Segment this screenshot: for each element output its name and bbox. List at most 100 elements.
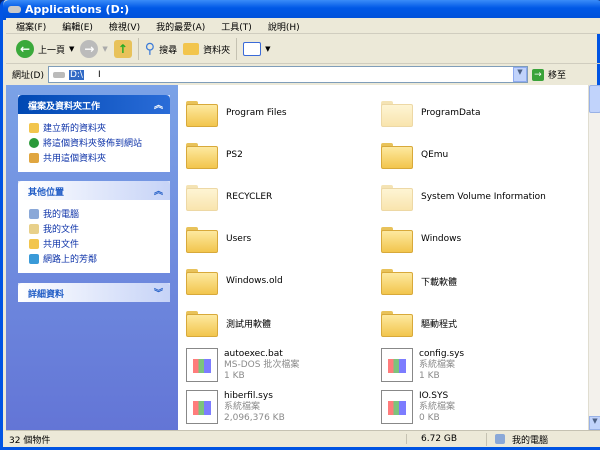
item-name: hiberfil.sys	[224, 390, 273, 401]
item-size: 2,096,376 KB	[224, 412, 285, 423]
other-places-panel: 其他位置 ︽ 我的電腦 我的文件 共用文件 網路上的芳鄰	[18, 181, 170, 273]
folder-item[interactable]: QEmu	[381, 135, 448, 175]
vertical-scrollbar[interactable]: ▼	[588, 85, 600, 430]
place-network[interactable]: 網路上的芳鄰	[29, 251, 169, 266]
folder-item[interactable]: ProgramData	[381, 93, 480, 133]
folder-icon	[381, 227, 413, 253]
file-tasks-header[interactable]: 檔案及資料夾工作 ︽	[18, 95, 170, 114]
folder-item[interactable]: 測試用軟體	[186, 303, 271, 343]
item-name: PS2	[226, 150, 243, 160]
place-my-documents[interactable]: 我的文件	[29, 221, 169, 236]
address-bar: 網址(D) D:\ I ▼ → 移至	[6, 64, 600, 85]
folder-item[interactable]: Users	[186, 219, 251, 259]
views-dropdown-icon: ▼	[265, 45, 271, 53]
batch-file-icon	[186, 348, 218, 382]
address-input[interactable]: D:\ I ▼	[47, 66, 528, 83]
folder-item[interactable]: Windows	[381, 219, 461, 259]
address-value: D:\	[68, 69, 84, 80]
item-name: Windows	[421, 234, 462, 244]
back-button[interactable]: ← 上一頁 ▼	[16, 40, 74, 58]
file-item[interactable]: IO.SYS 系統檔案 0 KB	[381, 387, 455, 427]
task-pane: 檔案及資料夾工作 ︽ 建立新的資料夾 將這個資料夾發佈到網站 共用這個資料夾 其他…	[6, 85, 178, 430]
expand-icon[interactable]: ︾	[154, 286, 163, 299]
folder-item[interactable]: PS2	[186, 135, 243, 175]
forward-dropdown-icon[interactable]: ▼	[102, 45, 107, 53]
other-places-header[interactable]: 其他位置 ︽	[18, 181, 170, 200]
menu-help[interactable]: 說明(H)	[260, 18, 308, 33]
folder-icon	[29, 238, 39, 249]
address-label: 網址(D)	[12, 71, 44, 81]
menu-favorites[interactable]: 我的最愛(A)	[148, 18, 213, 33]
file-item[interactable]: autoexec.bat MS-DOS 批次檔案 1 KB	[186, 345, 299, 385]
place-label: 我的文件	[43, 225, 80, 235]
task-new-folder[interactable]: 建立新的資料夾	[29, 120, 169, 135]
search-icon: ⚲	[144, 41, 156, 57]
back-label: 上一頁	[38, 45, 66, 56]
menu-view[interactable]: 檢視(V)	[101, 18, 148, 33]
file-list: Program Files ProgramData PS2 QEmu RECYCLER S…	[178, 85, 588, 430]
file-item[interactable]: config.sys 系統檔案 1 KB	[381, 345, 464, 385]
folder-item[interactable]: 驅動程式	[381, 303, 457, 343]
drive-icon	[52, 71, 65, 78]
status-location: 我的電腦	[512, 435, 549, 446]
separator	[137, 38, 139, 60]
menu-file[interactable]: 檔案(F)	[8, 18, 54, 33]
folders-label: 資料夾	[203, 45, 231, 56]
folders-button[interactable]: 資料夾	[183, 43, 230, 56]
forward-button[interactable]: → ▼	[80, 40, 108, 58]
item-name: QEmu	[421, 150, 449, 160]
place-label: 網路上的芳鄰	[43, 255, 98, 265]
documents-icon	[29, 223, 39, 234]
address-dropdown-icon[interactable]: ▼	[512, 67, 527, 82]
up-folder-icon[interactable]: ↑	[113, 40, 132, 58]
folder-item[interactable]: RECYCLER	[186, 177, 272, 217]
folder-icon	[381, 311, 413, 337]
go-button[interactable]: 移至	[548, 68, 566, 81]
search-label: 搜尋	[159, 45, 178, 56]
item-type: MS-DOS 批次檔案	[224, 359, 300, 370]
computer-icon	[29, 208, 39, 219]
item-type: 系統檔案	[224, 401, 261, 412]
folder-item[interactable]: 下載軟體	[381, 261, 457, 301]
menu-bar: 檔案(F) 編輯(E) 檢視(V) 我的最愛(A) 工具(T) 說明(H)	[6, 18, 600, 34]
item-size: 1 KB	[419, 370, 440, 381]
folder-item[interactable]: System Volume Information	[381, 177, 546, 217]
menu-tools[interactable]: 工具(T)	[213, 18, 260, 33]
views-button[interactable]: ▼	[243, 42, 270, 56]
folder-icon	[186, 185, 218, 211]
menu-edit[interactable]: 編輯(E)	[54, 18, 101, 33]
task-share-folder[interactable]: 共用這個資料夾	[29, 150, 169, 165]
task-label: 共用這個資料夾	[43, 154, 107, 164]
place-label: 共用文件	[43, 240, 80, 250]
collapse-icon[interactable]: ︽	[154, 98, 163, 111]
collapse-icon[interactable]: ︽	[154, 184, 163, 197]
folder-item[interactable]: Program Files	[186, 93, 287, 133]
computer-icon	[495, 434, 505, 444]
task-label: 將這個資料夾發佈到網站	[43, 139, 143, 149]
file-item[interactable]: hiberfil.sys 系統檔案 2,096,376 KB	[186, 387, 285, 427]
new-folder-icon	[29, 122, 39, 133]
details-panel: 詳細資料 ︾	[18, 283, 170, 302]
file-tasks-panel: 檔案及資料夾工作 ︽ 建立新的資料夾 將這個資料夾發佈到網站 共用這個資料夾	[18, 95, 170, 172]
network-icon	[29, 253, 39, 264]
scroll-down-button[interactable]: ▼	[589, 416, 600, 430]
scroll-thumb[interactable]	[589, 85, 600, 113]
place-shared-documents[interactable]: 共用文件	[29, 236, 169, 251]
place-my-computer[interactable]: 我的電腦	[29, 206, 169, 221]
title-bar: Applications (D:)	[3, 0, 600, 20]
task-publish-web[interactable]: 將這個資料夾發佈到網站	[29, 135, 169, 150]
item-size: 0 KB	[419, 412, 440, 423]
details-header[interactable]: 詳細資料 ︾	[18, 283, 170, 302]
views-icon	[243, 42, 262, 56]
item-name: 測試用軟體	[226, 319, 272, 330]
search-button[interactable]: ⚲ 搜尋	[145, 41, 177, 57]
text-cursor-icon: I	[97, 69, 101, 80]
explorer-window: Applications (D:) 檔案(F) 編輯(E) 檢視(V) 我的最愛…	[0, 0, 600, 450]
go-arrow-icon[interactable]: →	[531, 68, 544, 81]
back-dropdown-icon[interactable]: ▼	[69, 45, 74, 53]
folder-item[interactable]: Windows.old	[186, 261, 283, 301]
item-name: 驅動程式	[421, 319, 458, 330]
system-file-icon	[381, 348, 413, 382]
item-size: 1 KB	[224, 370, 245, 381]
panel-title: 詳細資料	[28, 290, 65, 300]
